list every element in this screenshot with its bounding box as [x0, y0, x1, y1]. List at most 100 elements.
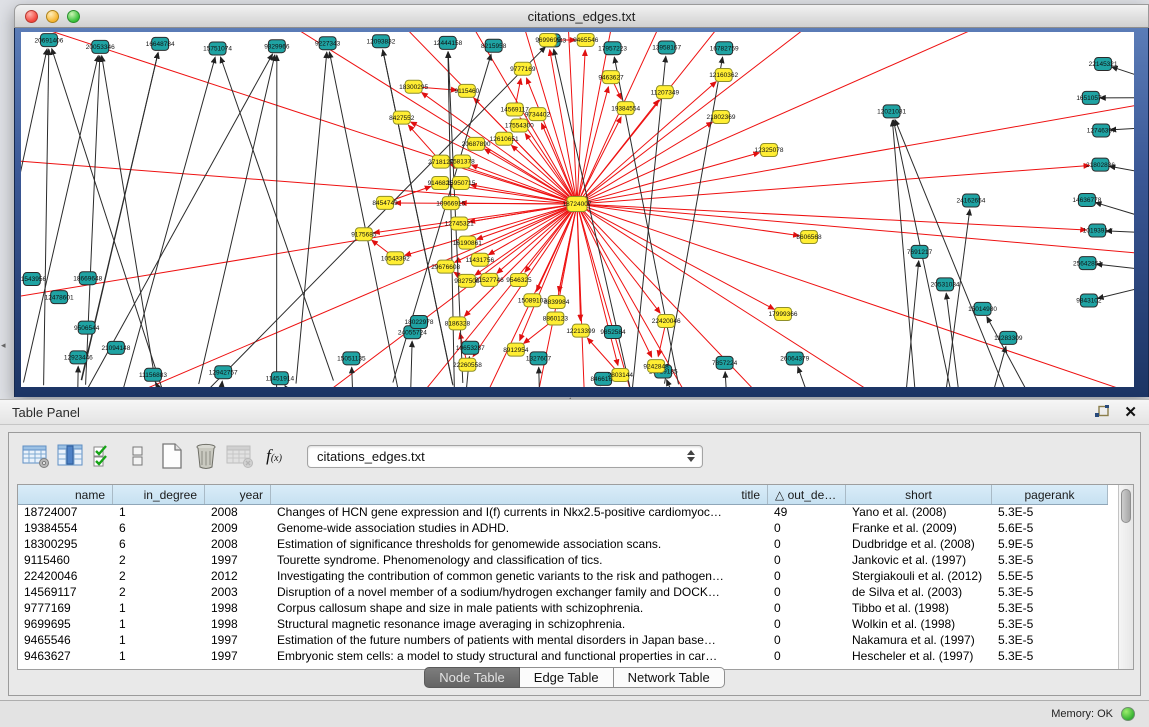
table-vertical-scrollbar[interactable]	[1118, 485, 1133, 669]
graph-node[interactable]: 15089103	[518, 294, 547, 307]
graph-node[interactable]: 2803144	[608, 369, 634, 382]
graph-node[interactable]: 15751074	[203, 42, 232, 55]
graph-node[interactable]: 8454749	[372, 196, 398, 209]
table-row[interactable]: 1938455462009Genome-wide association stu…	[18, 521, 1108, 537]
graph-node[interactable]: 10653287	[456, 341, 485, 354]
window-titlebar[interactable]: citations_edges.txt	[14, 4, 1149, 28]
graph-node[interactable]: 8839984	[544, 295, 570, 308]
graph-node[interactable]: 26064379	[780, 352, 809, 365]
graph-node[interactable]: 8186328	[445, 317, 471, 330]
graph-node[interactable]: 1327607	[526, 352, 552, 365]
graph-node[interactable]: 15051135	[337, 352, 366, 365]
graph-node[interactable]: 12093832	[366, 35, 395, 48]
graph-node[interactable]: 12923446	[64, 351, 93, 364]
graph-node[interactable]: 11451914	[266, 372, 295, 385]
table-row[interactable]: 1830029562008Estimation of significance …	[18, 537, 1108, 553]
scrollbar-thumb[interactable]	[1121, 489, 1131, 523]
graph-node[interactable]: 11283309	[994, 331, 1023, 344]
graph-node[interactable]: 12325078	[755, 144, 784, 157]
graph-node[interactable]: 7581378	[449, 155, 475, 168]
tab-edge-table[interactable]: Edge Table	[520, 667, 614, 688]
table-row[interactable]: 1872400712008Changes of HCN gene express…	[18, 505, 1108, 521]
table-row[interactable]: 2242004622012Investigating the contribut…	[18, 569, 1108, 585]
graph-node[interactable]: 14636778	[1072, 193, 1101, 206]
graph-node[interactable]: 21802836	[1086, 158, 1115, 171]
graph-node[interactable]: 17999366	[769, 308, 798, 321]
graph-node[interactable]: 9115460	[454, 84, 479, 97]
graph-node[interactable]: 7857224	[712, 356, 738, 369]
node-table[interactable]: namein_degreeyeartitle△ out_de…shortpage…	[17, 484, 1134, 670]
graph-node[interactable]: 11207349	[651, 86, 680, 99]
column-header-pagerank[interactable]: pagerank	[992, 485, 1108, 504]
table-row[interactable]: 977716911998Corpus callosum shape and si…	[18, 601, 1108, 617]
column-header-year[interactable]: year	[205, 485, 271, 504]
graph-node[interactable]: 21094148	[101, 341, 130, 354]
graph-node[interactable]: 9227343	[315, 37, 341, 50]
graph-node[interactable]: 8215958	[481, 39, 507, 52]
tab-node-table[interactable]: Node Table	[424, 667, 520, 688]
graph-node[interactable]: 10543392	[381, 252, 410, 265]
table-row[interactable]: 946362711997Embryonic stem cells: a mode…	[18, 649, 1108, 665]
new-table-icon[interactable]	[157, 441, 187, 471]
graph-node[interactable]: 9852584	[600, 326, 626, 339]
graph-node[interactable]: 10193914	[1083, 224, 1112, 237]
table-row[interactable]: 1456911722003Disruption of a novel membe…	[18, 585, 1108, 601]
column-header-short[interactable]: short	[846, 485, 992, 504]
graph-node[interactable]: 24162654	[956, 194, 985, 207]
row-height-icon[interactable]	[123, 441, 153, 471]
column-header-title[interactable]: title	[271, 485, 768, 504]
float-panel-icon[interactable]	[1094, 405, 1110, 419]
graph-node[interactable]: 12610651	[490, 132, 519, 145]
graph-node[interactable]: 12160362	[709, 69, 738, 82]
table-row[interactable]: 969969511998Structural magnetic resonanc…	[18, 617, 1108, 633]
graph-node[interactable]: 8606568	[796, 231, 822, 244]
tab-network-table[interactable]: Network Table	[614, 667, 725, 688]
show-column-icon[interactable]	[55, 441, 85, 471]
graph-node[interactable]: 12746397	[1087, 124, 1116, 137]
graph-node[interactable]: 11543956	[21, 273, 46, 286]
graph-node[interactable]: 10966915	[436, 197, 465, 210]
table-row[interactable]: 946554611997Estimation of the future num…	[18, 633, 1108, 649]
graph-node[interactable]: 9777169	[510, 62, 536, 75]
table-settings-icon[interactable]	[21, 441, 51, 471]
column-header-out_de[interactable]: △ out_de…	[768, 485, 846, 504]
graph-node[interactable]: 12444158	[433, 36, 462, 49]
network-canvas[interactable]: 20691406 20053346 16648784 15751074 9329966 9…	[21, 32, 1134, 387]
graph-node[interactable]: 12942757	[209, 366, 238, 379]
graph-node[interactable]: 20691406	[34, 34, 63, 47]
graph-node[interactable]: 20531034	[931, 278, 960, 291]
graph-node[interactable]: 9329966	[264, 40, 290, 53]
graph-node[interactable]: 12021031	[877, 105, 906, 118]
graph-node[interactable]: 7691217	[907, 245, 933, 258]
function-builder-icon[interactable]: f(x)	[259, 441, 289, 471]
graph-node[interactable]: 17554300	[505, 119, 534, 132]
graph-node[interactable]: 19384554	[611, 102, 640, 115]
graph-node[interactable]: 16510574	[1076, 91, 1105, 104]
graph-node[interactable]: 16648784	[146, 37, 175, 50]
graph-node[interactable]: 9463627	[598, 71, 624, 84]
graph-node[interactable]: 20053346	[86, 40, 115, 53]
graph-node[interactable]: 9465546	[573, 34, 599, 47]
graph-node[interactable]: 9175685	[351, 228, 377, 241]
graph-node[interactable]: 9843102	[1076, 294, 1102, 307]
graph-node[interactable]: 15014980	[968, 302, 997, 315]
column-header-name[interactable]: name	[18, 485, 113, 504]
graph-node[interactable]: 18300295	[399, 80, 428, 93]
delete-table-icon[interactable]	[191, 441, 221, 471]
graph-node[interactable]: 22260558	[453, 358, 482, 371]
graph-node[interactable]: 12213399	[566, 324, 595, 337]
graph-node[interactable]: 17957223	[598, 42, 627, 55]
graph-node[interactable]: 11156883	[139, 368, 167, 381]
graph-node[interactable]: 13958167	[652, 41, 681, 54]
close-panel-icon[interactable]: ✕	[1124, 405, 1137, 420]
panel-collapse-handle-icon[interactable]: ◂	[1, 340, 6, 351]
table-selector-dropdown[interactable]: citations_edges.txt	[307, 445, 703, 468]
graph-node[interactable]: 12478601	[45, 291, 74, 304]
graph-node[interactable]: 8860123	[543, 312, 569, 325]
select-rows-icon[interactable]	[89, 441, 119, 471]
graph-node[interactable]: 16782759	[710, 42, 739, 55]
graph-node[interactable]: 9506544	[74, 321, 100, 334]
column-header-in_degree[interactable]: in_degree	[113, 485, 205, 504]
graph-node[interactable]: 22145321	[1089, 57, 1118, 70]
graph-node[interactable]: 25642851	[1073, 257, 1102, 270]
